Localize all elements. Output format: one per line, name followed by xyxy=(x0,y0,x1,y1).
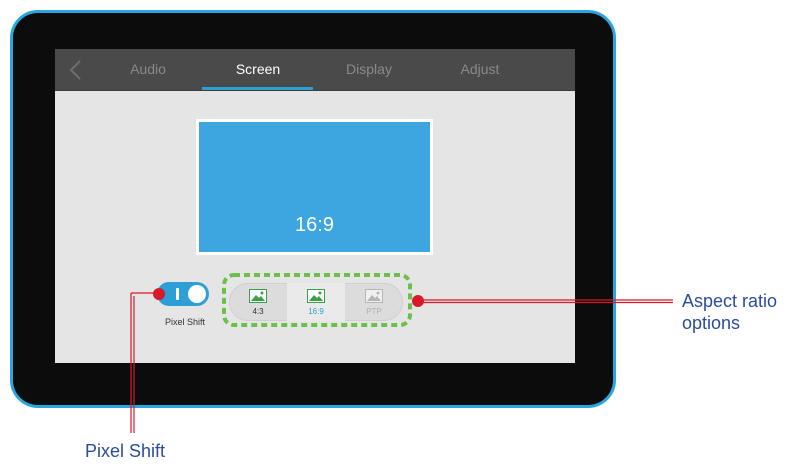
image-icon xyxy=(307,289,325,303)
ratio-label-ptp: PTP xyxy=(366,307,382,316)
tab-display[interactable]: Display xyxy=(314,49,424,90)
pixel-shift-callout: Pixel Shift xyxy=(85,441,166,461)
tab-audio[interactable]: Audio xyxy=(93,49,203,90)
image-icon xyxy=(365,289,383,303)
toggle-knob xyxy=(188,285,206,303)
ratio-button-ptp[interactable]: PTP xyxy=(345,283,403,321)
image-icon xyxy=(249,289,267,303)
ratio-label-16-9: 16:9 xyxy=(308,307,324,316)
ratio-button-16-9[interactable]: 16:9 xyxy=(287,283,345,321)
tab-adjust[interactable]: Adjust xyxy=(425,49,535,90)
aspect-ratio-callout: Aspect ratio options xyxy=(682,290,777,334)
active-tab-indicator xyxy=(202,87,313,90)
back-arrow-icon[interactable] xyxy=(67,59,87,81)
pixel-shift-toggle[interactable] xyxy=(157,282,209,306)
aspect-callout-line-1: Aspect ratio xyxy=(682,291,778,311)
aspect-callout-line-2: options xyxy=(682,313,741,333)
toggle-on-mark xyxy=(176,288,179,300)
tab-screen[interactable]: Screen xyxy=(203,49,313,90)
settings-screen: Audio Screen Display Adjust 16:9 Pixel S… xyxy=(55,49,575,363)
tab-bar: Audio Screen Display Adjust xyxy=(55,49,575,91)
pixel-shift-label: Pixel Shift xyxy=(164,317,206,327)
ratio-label-4-3: 4:3 xyxy=(252,307,264,316)
aspect-ratio-group: 4:3 16:9 PTP xyxy=(229,283,403,321)
preview-ratio-label: 16:9 xyxy=(295,214,334,236)
aspect-preview: 16:9 xyxy=(196,119,433,255)
ratio-button-4-3[interactable]: 4:3 xyxy=(229,283,287,321)
